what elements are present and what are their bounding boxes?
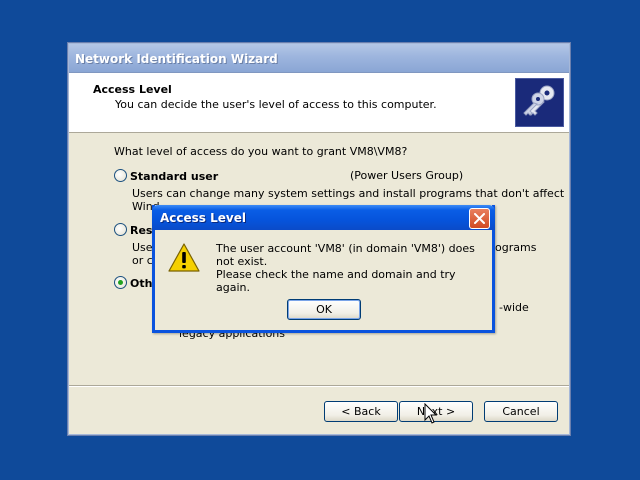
wizard-header: Access Level You can decide the user's l… <box>69 73 569 133</box>
restricted-user-description-right: ograms <box>495 241 537 254</box>
page-subtitle: You can decide the user's level of acces… <box>115 98 437 111</box>
warning-icon <box>168 242 200 277</box>
dialog-title: Access Level <box>160 211 246 225</box>
access-level-dialog: Access Level The user account 'VM8' (in … <box>152 205 495 333</box>
access-question: What level of access do you want to gran… <box>114 145 408 158</box>
other-description-right: -wide <box>499 301 529 314</box>
page-title: Access Level <box>93 83 172 96</box>
standard-user-radio[interactable] <box>114 169 127 182</box>
close-icon <box>474 213 485 224</box>
restricted-user-radio[interactable] <box>114 223 127 236</box>
error-instruction: Please check the name and domain and try… <box>216 268 456 294</box>
error-message: The user account 'VM8' (in domain 'VM8')… <box>216 242 475 268</box>
standard-user-group: (Power Users Group) <box>350 169 464 182</box>
mouse-cursor-icon <box>424 402 438 428</box>
ok-button[interactable]: OK <box>287 299 361 320</box>
close-button[interactable] <box>469 208 490 229</box>
back-button[interactable]: < Back <box>324 401 398 422</box>
standard-user-description: Users can change many system settings an… <box>132 187 565 200</box>
standard-user-label[interactable]: Standard user <box>130 170 218 183</box>
keys-icon <box>515 78 564 127</box>
dialog-titlebar[interactable]: Access Level <box>152 205 495 230</box>
wizard-titlebar[interactable]: Network Identification Wizard <box>69 44 569 73</box>
wizard-separator <box>69 385 569 387</box>
cancel-button[interactable]: Cancel <box>484 401 558 422</box>
other-radio[interactable] <box>114 276 127 289</box>
